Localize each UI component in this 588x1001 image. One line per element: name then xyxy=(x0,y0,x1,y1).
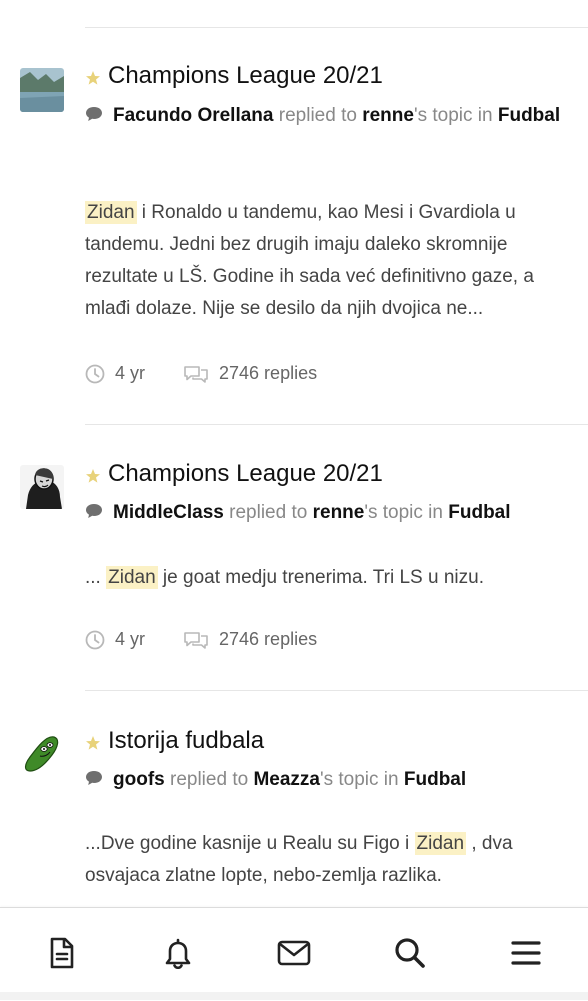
topic-suffix-text: 's topic in xyxy=(319,769,399,790)
replied-to-text: replied to xyxy=(170,769,249,790)
result-snippet: ...Dve godine kasnije u Realu su Figo i … xyxy=(85,828,566,892)
activity-button[interactable] xyxy=(42,933,82,973)
menu-button[interactable] xyxy=(506,933,546,973)
result-snippet: Zidan i Ronaldo u tandemu, kao Mesi i Gv… xyxy=(85,197,566,325)
messages-button[interactable] xyxy=(274,933,314,973)
notifications-button[interactable] xyxy=(158,933,198,973)
search-icon xyxy=(395,938,425,968)
bottom-navigation-bar xyxy=(0,907,588,1001)
search-button[interactable] xyxy=(390,933,430,973)
result-meta: Facundo Orellana replied to renne's topi… xyxy=(85,100,568,132)
forum-link[interactable]: Fudbal xyxy=(448,502,510,523)
star-icon xyxy=(86,71,100,85)
replies-text: 2746 replies xyxy=(219,629,318,649)
author-link[interactable]: goofs xyxy=(113,769,165,790)
envelope-icon xyxy=(277,940,311,966)
search-highlight: Zidan xyxy=(85,201,137,224)
result-title-row: Istorija fudbala xyxy=(85,727,264,755)
author-link[interactable]: MiddleClass xyxy=(113,502,224,523)
result-title[interactable]: Champions League 20/21 xyxy=(108,62,383,90)
avatar[interactable] xyxy=(20,465,64,509)
forum-link[interactable]: Fudbal xyxy=(404,769,466,790)
chat-icon xyxy=(86,504,102,518)
replied-to-text: replied to xyxy=(229,502,308,523)
topic-owner-link[interactable]: renne xyxy=(313,502,365,523)
comments-icon xyxy=(184,631,208,649)
search-highlight: Zidan xyxy=(106,566,158,589)
bell-icon xyxy=(165,938,191,969)
clock-icon xyxy=(85,630,105,649)
replies-text: 2746 replies xyxy=(219,363,318,383)
result-meta: MiddleClass replied to renne's topic in … xyxy=(85,497,578,529)
time-stat: 4 yr xyxy=(85,363,145,384)
author-link[interactable]: Facundo Orellana xyxy=(113,105,273,126)
menu-icon xyxy=(511,941,541,965)
clock-icon xyxy=(85,364,105,383)
forum-link[interactable]: Fudbal xyxy=(498,105,560,126)
result-stats: 4 yr 2746 replies xyxy=(85,363,355,384)
avatar[interactable] xyxy=(20,731,64,775)
time-text: 4 yr xyxy=(115,363,146,383)
topic-owner-link[interactable]: Meazza xyxy=(253,769,320,790)
search-highlight: Zidan xyxy=(414,832,467,855)
divider xyxy=(85,424,588,425)
document-icon xyxy=(50,937,74,969)
result-meta: goofs replied to Meazza's topic in Fudba… xyxy=(85,764,568,796)
snippet-text: je goat medju trenerima. Tri LS u nizu. xyxy=(157,567,484,588)
time-text: 4 yr xyxy=(115,629,146,649)
star-icon xyxy=(86,736,100,750)
replied-to-text: replied to xyxy=(278,105,357,126)
replies-stat: 2746 replies xyxy=(183,629,317,650)
result-title-row: Champions League 20/21 xyxy=(85,62,383,90)
result-title[interactable]: Champions League 20/21 xyxy=(108,460,383,488)
snippet-text: i Ronaldo u tandemu, kao Mesi i Gvardiol… xyxy=(85,202,534,319)
divider xyxy=(85,690,588,691)
result-snippet: ... Zidan je goat medju trenerima. Tri L… xyxy=(85,562,566,594)
result-title[interactable]: Istorija fudbala xyxy=(108,727,264,755)
chat-icon xyxy=(86,107,102,121)
result-stats: 4 yr 2746 replies xyxy=(85,629,355,650)
result-title-row: Champions League 20/21 xyxy=(85,460,383,488)
comments-icon xyxy=(184,365,208,383)
bottom-strip xyxy=(0,992,588,1000)
topic-suffix-text: 's topic in xyxy=(364,502,443,523)
replies-stat: 2746 replies xyxy=(183,363,317,384)
snippet-prefix: ...Dve godine kasnije u Realu su Figo i xyxy=(85,833,415,854)
snippet-prefix: ... xyxy=(85,567,107,588)
star-icon xyxy=(86,469,100,483)
divider xyxy=(85,27,588,28)
topic-suffix-text: 's topic in xyxy=(413,105,493,126)
time-stat: 4 yr xyxy=(85,629,145,650)
chat-icon xyxy=(86,771,102,785)
topic-owner-link[interactable]: renne xyxy=(362,105,414,126)
avatar[interactable] xyxy=(20,68,64,112)
